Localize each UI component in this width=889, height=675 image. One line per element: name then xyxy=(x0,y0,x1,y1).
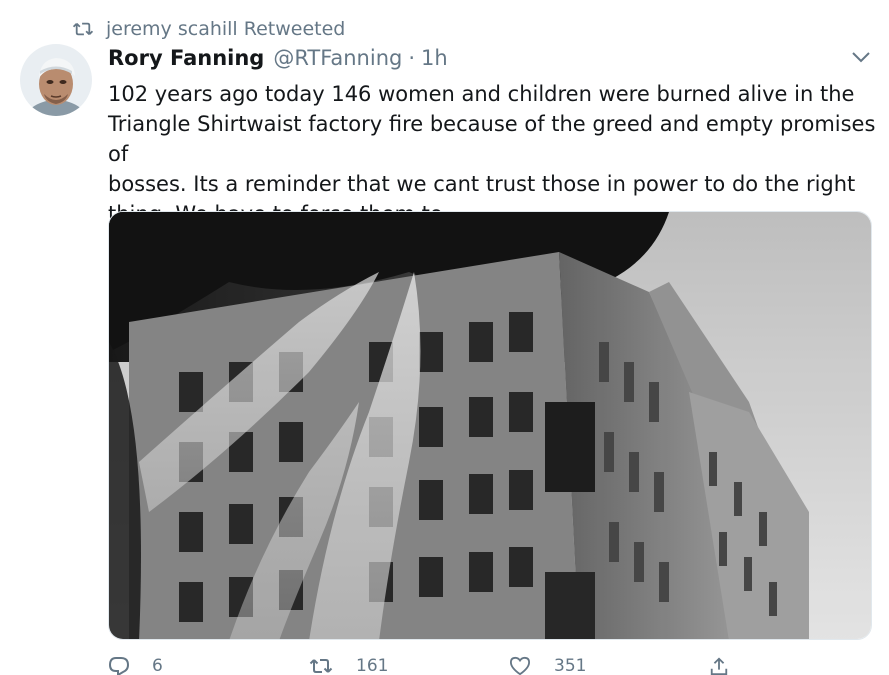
reply-icon xyxy=(108,657,130,675)
retweet-icon xyxy=(309,659,333,673)
share-button[interactable] xyxy=(708,656,768,675)
retweet-button[interactable]: 161 xyxy=(308,656,508,675)
tweet-photo[interactable] xyxy=(108,211,872,640)
reply-button[interactable]: 6 xyxy=(108,656,308,675)
author-name[interactable]: Rory Fanning xyxy=(108,46,264,70)
tweet-header: Rory Fanning @RTFanning · 1h xyxy=(108,46,448,76)
like-button[interactable]: 351 xyxy=(508,656,708,675)
retweet-count: 161 xyxy=(356,656,389,675)
tweet-text: 102 years ago today 146 women and childr… xyxy=(108,82,876,226)
like-count: 351 xyxy=(554,656,587,675)
avatar[interactable] xyxy=(20,44,92,116)
tweet-card[interactable]: jeremy scahill Retweeted Rory Fanning @R… xyxy=(0,0,889,675)
tweet-actions: 6 161 351 xyxy=(108,656,808,675)
heart-icon xyxy=(509,656,531,675)
header-separator: · xyxy=(408,46,416,70)
author-handle[interactable]: @RTFanning xyxy=(273,46,402,70)
retweet-icon xyxy=(72,22,94,36)
tweet-timestamp[interactable]: 1h xyxy=(421,46,448,70)
retweet-label[interactable]: jeremy scahill Retweeted xyxy=(106,18,345,40)
tweet-menu-button[interactable] xyxy=(848,46,874,68)
retweet-context[interactable]: jeremy scahill Retweeted xyxy=(72,15,345,43)
reply-count: 6 xyxy=(152,656,163,675)
chevron-down-icon xyxy=(852,52,870,63)
share-icon xyxy=(710,657,728,675)
